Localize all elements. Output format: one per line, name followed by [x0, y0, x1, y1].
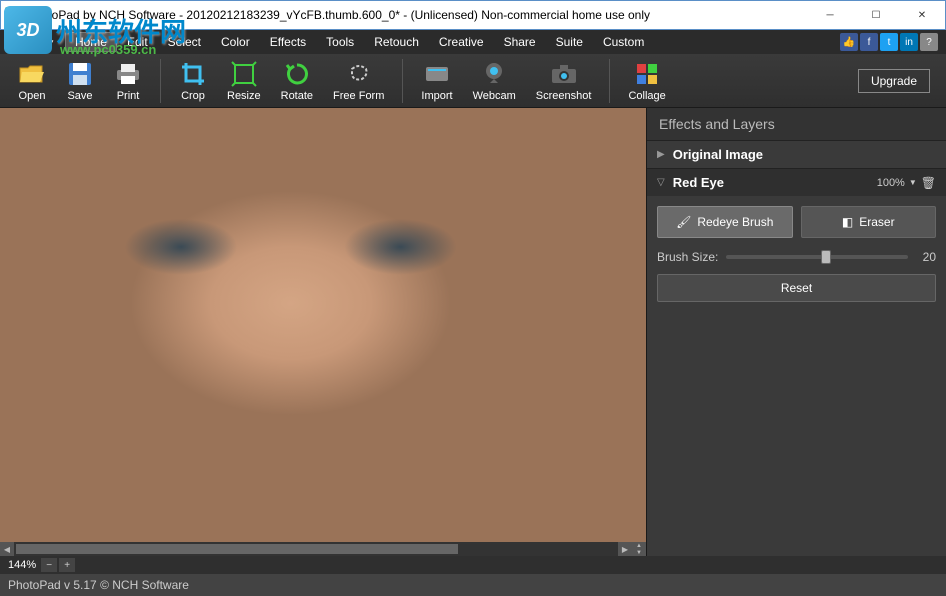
import-button[interactable]: Import — [411, 58, 462, 104]
tab-color[interactable]: Color — [211, 32, 260, 52]
status-bar: PhotoPad v 5.17 © NCH Software — [0, 574, 946, 596]
tab-tools[interactable]: Tools — [316, 32, 364, 52]
print-icon — [114, 60, 142, 88]
scroll-right-icon[interactable]: ▶ — [618, 542, 632, 556]
status-text: PhotoPad v 5.17 © NCH Software — [8, 578, 189, 592]
brush-size-slider[interactable] — [726, 255, 908, 259]
like-icon[interactable]: 👍 — [840, 33, 858, 51]
resize-icon — [230, 60, 258, 88]
app-icon — [5, 7, 21, 23]
photo-content — [0, 108, 646, 542]
image-canvas[interactable] — [0, 108, 646, 542]
scroll-left-icon[interactable]: ◀ — [0, 542, 14, 556]
lasso-icon — [345, 60, 373, 88]
freeform-button[interactable]: Free Form — [323, 58, 394, 104]
chevron-down-icon: ▽ — [657, 177, 665, 188]
zoom-value: 144% — [4, 559, 40, 571]
eraser-button[interactable]: ◧ Eraser — [801, 206, 937, 238]
brush-size-value: 20 — [916, 250, 936, 264]
effects-panel: Effects and Layers ▶ Original Image ▽ Re… — [646, 108, 946, 556]
scroll-thumb[interactable] — [16, 544, 458, 554]
rotate-button[interactable]: Rotate — [271, 58, 323, 104]
linkedin-icon[interactable]: in — [900, 33, 918, 51]
twitter-icon[interactable]: t — [880, 33, 898, 51]
webcam-button[interactable]: Webcam — [463, 58, 526, 104]
scroll-up-icon[interactable]: ▲ — [632, 542, 646, 549]
panel-title: Effects and Layers — [647, 108, 946, 140]
scroll-down-icon[interactable]: ▼ — [632, 549, 646, 556]
section-red-eye[interactable]: ▽ Red Eye 100% ▼ 🗑 — [647, 169, 946, 196]
chevron-down-icon: ▼ — [47, 38, 55, 47]
zoom-in-button[interactable]: + — [59, 558, 75, 572]
collage-icon — [633, 60, 661, 88]
reset-button[interactable]: Reset — [657, 274, 936, 302]
layer-opacity: 100% — [877, 177, 905, 189]
open-button[interactable]: Open — [8, 58, 56, 104]
collage-button[interactable]: Collage — [618, 58, 675, 104]
section-original-image[interactable]: ▶ Original Image — [647, 141, 946, 168]
folder-open-icon — [18, 60, 46, 88]
tab-share[interactable]: Share — [494, 32, 546, 52]
zoom-bar: 144% − + — [0, 556, 946, 574]
slider-thumb[interactable] — [821, 250, 831, 264]
print-button[interactable]: Print — [104, 58, 152, 104]
tab-custom[interactable]: Custom — [593, 32, 654, 52]
help-icon[interactable]: ? — [920, 33, 938, 51]
rotate-icon — [283, 60, 311, 88]
resize-button[interactable]: Resize — [217, 58, 271, 104]
minimize-button[interactable]: ─ — [807, 1, 853, 29]
save-icon — [66, 60, 94, 88]
brush-icon: 🖌 — [676, 215, 691, 229]
chevron-down-icon[interactable]: ▼ — [909, 178, 917, 187]
redeye-brush-button[interactable]: 🖌 Redeye Brush — [657, 206, 793, 238]
window-title: PhotoPad by NCH Software - 2012021218323… — [27, 8, 807, 22]
facebook-icon[interactable]: f — [860, 33, 878, 51]
horizontal-scrollbar[interactable]: ◀ ▶ — [0, 542, 632, 556]
tab-suite[interactable]: Suite — [546, 32, 593, 52]
maximize-button[interactable]: ☐ — [853, 1, 899, 29]
tab-retouch[interactable]: Retouch — [364, 32, 429, 52]
titlebar: PhotoPad by NCH Software - 2012021218323… — [0, 0, 946, 30]
zoom-out-button[interactable]: − — [41, 558, 57, 572]
tab-effects[interactable]: Effects — [260, 32, 316, 52]
close-button[interactable]: ✕ — [899, 1, 945, 29]
webcam-icon — [480, 60, 508, 88]
tab-home[interactable]: Home — [65, 32, 117, 52]
tab-creative[interactable]: Creative — [429, 32, 494, 52]
camera-icon — [550, 60, 578, 88]
tab-edit[interactable]: Edit — [117, 32, 158, 52]
brush-size-label: Brush Size: — [657, 250, 718, 264]
save-button[interactable]: Save — [56, 58, 104, 104]
menu-main[interactable]: Menu▼ — [4, 32, 65, 52]
trash-icon[interactable]: 🗑 — [921, 176, 936, 190]
upgrade-button[interactable]: Upgrade — [858, 69, 930, 93]
crop-button[interactable]: Crop — [169, 58, 217, 104]
chevron-right-icon: ▶ — [657, 149, 665, 160]
eraser-icon: ◧ — [842, 215, 853, 229]
toolbar: Open Save Print Crop Resize Rotate Free … — [0, 54, 946, 108]
screenshot-button[interactable]: Screenshot — [526, 58, 602, 104]
tab-select[interactable]: Select — [158, 32, 211, 52]
crop-icon — [179, 60, 207, 88]
menubar: Menu▼ Home Edit Select Color Effects Too… — [0, 30, 946, 54]
scanner-icon — [423, 60, 451, 88]
